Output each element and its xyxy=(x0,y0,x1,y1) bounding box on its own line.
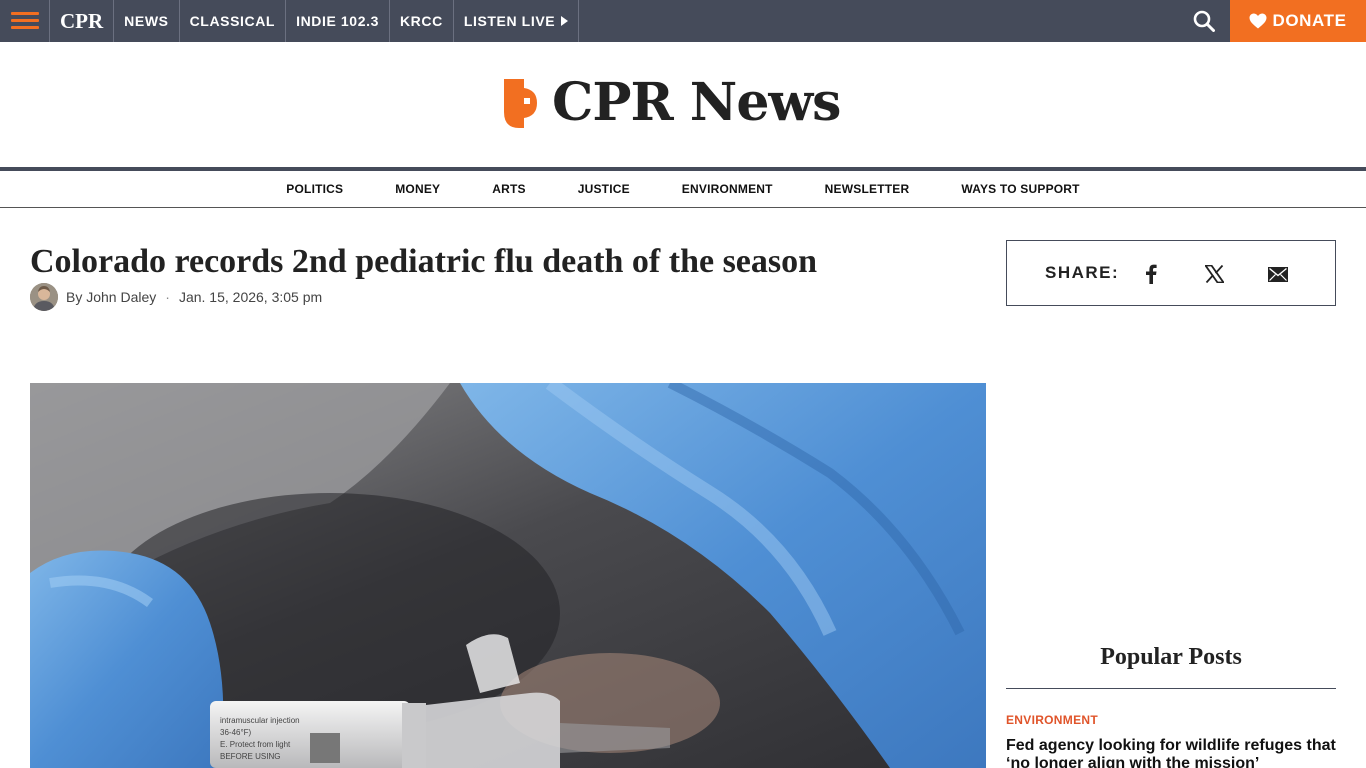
section-environment[interactable]: ENVIRONMENT xyxy=(682,182,773,196)
svg-text:BEFORE USING: BEFORE USING xyxy=(220,752,280,761)
article-headline: Colorado records 2nd pediatric flu death… xyxy=(30,243,818,280)
svg-text:E. Protect from light: E. Protect from light xyxy=(220,740,291,749)
section-politics[interactable]: POLITICS xyxy=(286,182,343,196)
cpr-logo-mark-icon xyxy=(502,76,538,130)
nav-indie[interactable]: INDIE 102.3 xyxy=(286,0,390,42)
top-bar: CPR NEWS CLASSICAL INDIE 102.3 KRCC LIST… xyxy=(0,0,1366,42)
menu-icon[interactable] xyxy=(0,0,50,42)
author-avatar[interactable] xyxy=(30,283,58,311)
donate-label: DONATE xyxy=(1272,11,1347,30)
popular-posts-heading: Popular Posts xyxy=(1100,644,1242,670)
publish-date: Jan. 15, 2026, 3:05 pm xyxy=(178,289,323,305)
nav-cpr-home[interactable]: CPR xyxy=(50,0,115,42)
popular-posts-rule xyxy=(1006,688,1336,689)
donate-button[interactable]: DONATE xyxy=(1230,0,1366,42)
play-icon xyxy=(561,16,569,26)
nav-listen-live[interactable]: LISTEN LIVE xyxy=(454,0,580,42)
svg-text:36-46°F): 36-46°F) xyxy=(220,728,252,737)
popular-post-title[interactable]: Fed agency looking for wildlife refuges … xyxy=(1006,737,1346,768)
section-justice[interactable]: JUSTICE xyxy=(578,182,630,196)
svg-text:intramuscular injection: intramuscular injection xyxy=(220,716,300,725)
byline-prefix: By xyxy=(66,289,83,305)
byline: By John Daley · Jan. 15, 2026, 3:05 pm xyxy=(30,283,322,311)
popular-post-category[interactable]: ENVIRONMENT xyxy=(1006,713,1098,727)
logo-text: CPR News xyxy=(552,72,841,133)
section-nav-bottom-rule xyxy=(0,207,1366,208)
share-label: SHARE: xyxy=(1045,263,1120,282)
search-icon[interactable] xyxy=(1180,0,1228,42)
author-link[interactable]: John Daley xyxy=(86,289,156,305)
section-ways-to-support[interactable]: WAYS TO SUPPORT xyxy=(961,182,1079,196)
section-nav: POLITICS MONEY ARTS JUSTICE ENVIRONMENT … xyxy=(0,171,1366,207)
facebook-icon[interactable] xyxy=(1139,262,1163,286)
x-icon[interactable] xyxy=(1202,262,1226,286)
hero-image-vaccine-syringe: intramuscular injection 36-46°F) E. Prot… xyxy=(30,383,986,768)
heart-icon xyxy=(1249,13,1267,29)
nav-krcc[interactable]: KRCC xyxy=(390,0,454,42)
email-icon[interactable] xyxy=(1266,262,1290,286)
section-arts[interactable]: ARTS xyxy=(492,182,525,196)
byline-separator: · xyxy=(165,289,170,305)
listen-live-label: LISTEN LIVE xyxy=(463,13,556,29)
share-box: SHARE: xyxy=(1006,240,1336,306)
nav-classical[interactable]: CLASSICAL xyxy=(180,0,287,42)
nav-news[interactable]: NEWS xyxy=(114,0,180,42)
section-newsletter[interactable]: NEWSLETTER xyxy=(825,182,910,196)
section-money[interactable]: MONEY xyxy=(395,182,440,196)
station-nav: CPR NEWS CLASSICAL INDIE 102.3 KRCC LIST… xyxy=(50,0,580,42)
site-logo[interactable]: CPR News xyxy=(502,72,841,134)
